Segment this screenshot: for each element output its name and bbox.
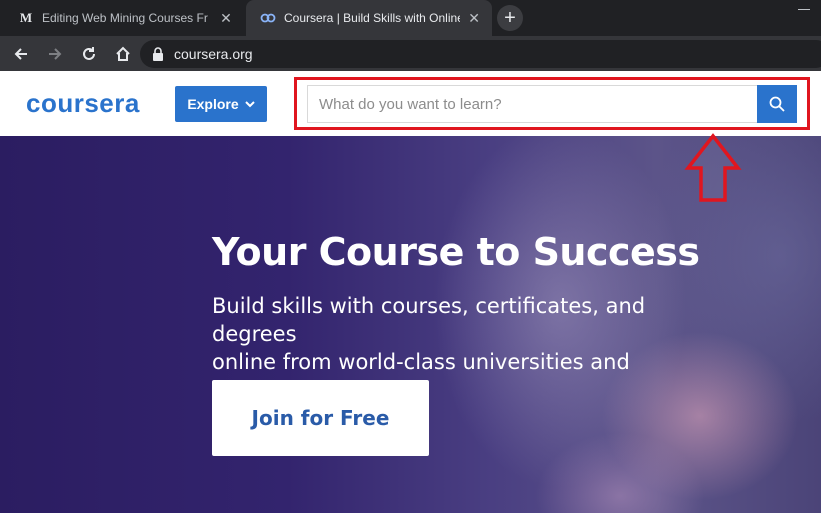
minimize-window-icon[interactable] bbox=[797, 0, 811, 20]
tab-title: Editing Web Mining Courses Fr bbox=[42, 11, 208, 25]
tab-coursera[interactable]: Coursera | Build Skills with Online ✕ bbox=[246, 0, 492, 36]
coursera-icon bbox=[260, 10, 276, 26]
coursera-logo[interactable]: coursera bbox=[26, 88, 140, 118]
site-header: coursera Explore bbox=[0, 71, 821, 136]
new-tab-button[interactable]: + bbox=[497, 5, 523, 31]
explore-label: Explore bbox=[187, 96, 239, 112]
tab-editing-web-mining[interactable]: M Editing Web Mining Courses Fr ✕ bbox=[4, 0, 244, 36]
reload-button[interactable] bbox=[72, 36, 106, 71]
chevron-down-icon bbox=[244, 100, 255, 107]
url-text: coursera.org bbox=[174, 46, 253, 62]
medium-m-icon: M bbox=[19, 10, 33, 25]
hero-title: Your Course to Success bbox=[212, 230, 700, 274]
tab-title: Coursera | Build Skills with Online bbox=[284, 11, 461, 25]
address-bar[interactable]: coursera.org bbox=[140, 40, 821, 68]
search-highlight-box bbox=[294, 77, 810, 130]
forward-arrow-icon bbox=[49, 47, 62, 60]
back-button[interactable] bbox=[4, 36, 38, 71]
reload-icon bbox=[83, 46, 95, 60]
home-icon bbox=[116, 46, 130, 61]
forward-button[interactable] bbox=[38, 36, 72, 71]
close-tab-icon[interactable]: ✕ bbox=[218, 10, 234, 27]
hero-subtitle-line: Build skills with courses, certificates,… bbox=[212, 294, 646, 346]
browser-tab-bar: M Editing Web Mining Courses Fr ✕ Course… bbox=[0, 0, 821, 36]
back-arrow-icon bbox=[14, 47, 27, 60]
explore-button[interactable]: Explore bbox=[175, 86, 267, 122]
close-tab-icon[interactable]: ✕ bbox=[466, 10, 482, 27]
home-button[interactable] bbox=[106, 36, 140, 71]
lock-icon bbox=[152, 47, 166, 61]
join-for-free-button[interactable]: Join for Free bbox=[212, 380, 429, 456]
up-arrow-annotation-icon bbox=[684, 133, 742, 202]
